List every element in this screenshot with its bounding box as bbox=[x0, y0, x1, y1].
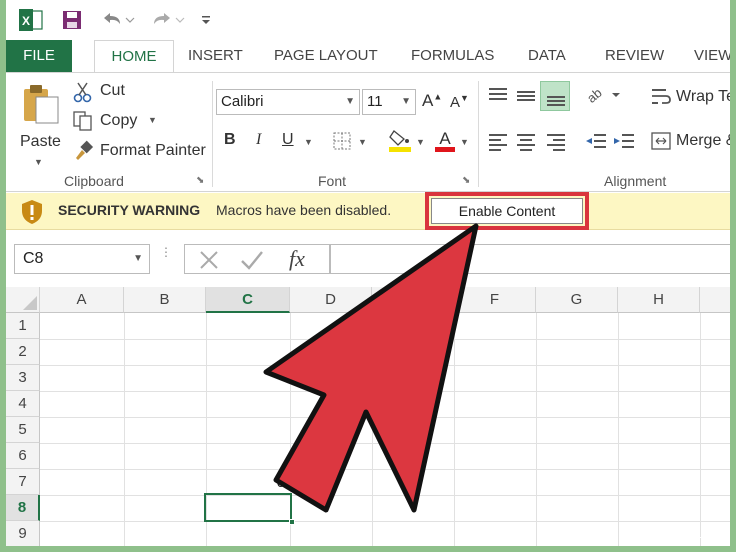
excel-window: X FILE HOME INSERT PAGE LAYOUT FORMULAS … bbox=[6, 0, 730, 546]
red-arrow-overlay bbox=[263, 223, 479, 513]
red-arrow-icon bbox=[263, 223, 479, 513]
watermark-suffix: How bbox=[694, 530, 727, 546]
wikihow-watermark: wikiHow bbox=[666, 530, 726, 546]
watermark-prefix: wiki bbox=[666, 530, 695, 546]
